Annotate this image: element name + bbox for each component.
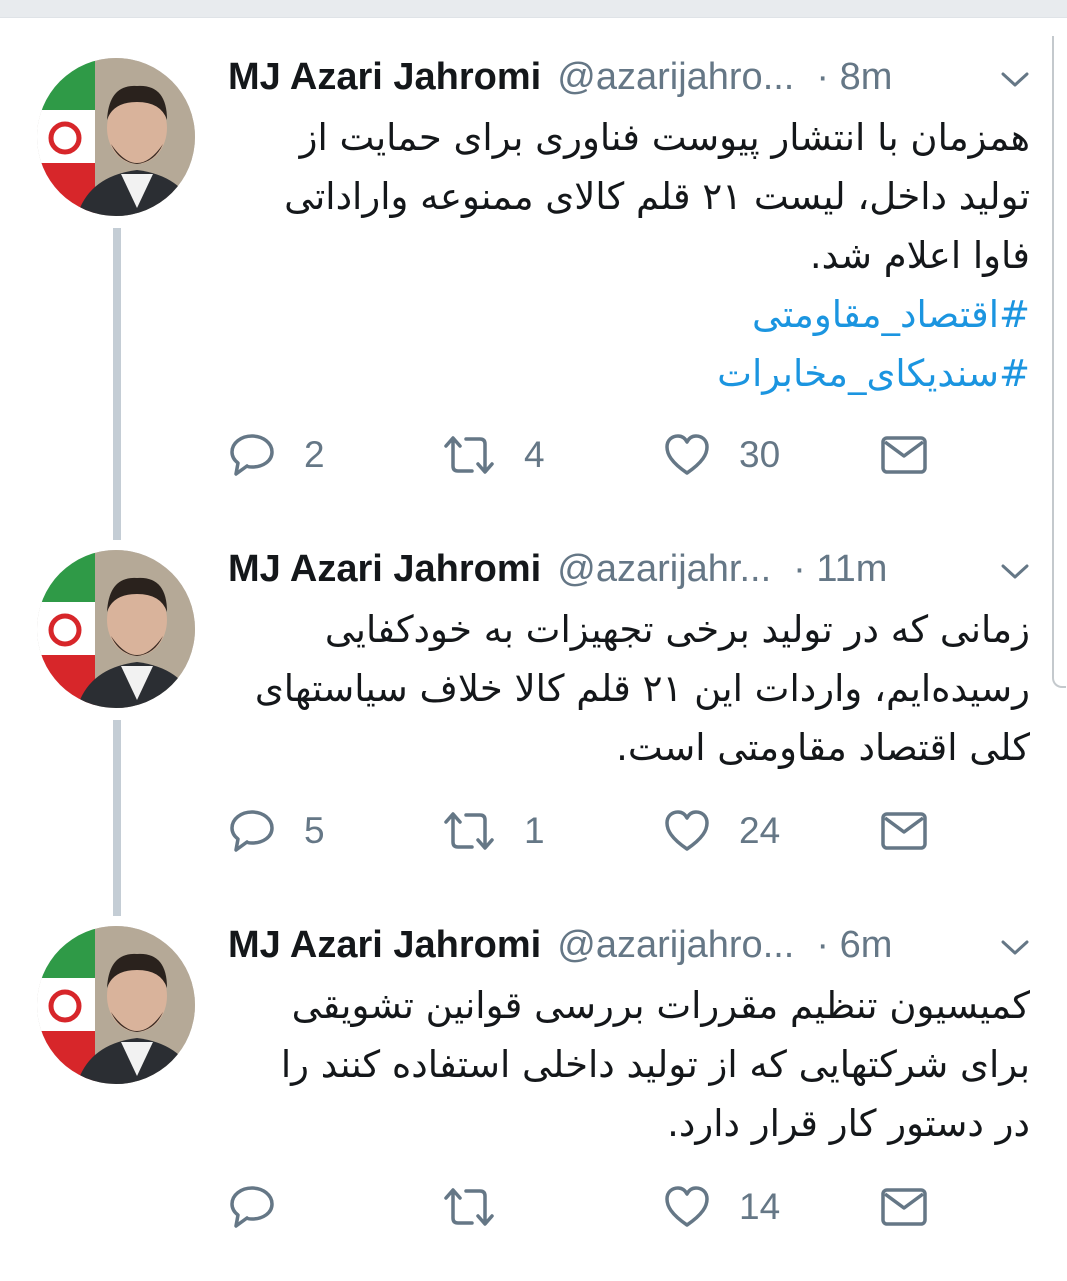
reply-count: 2 [304, 434, 325, 475]
timestamp[interactable]: · 6m [816, 924, 892, 967]
retweet-count: 4 [524, 434, 545, 475]
tweet-text-line: فاوا اعلام شد. [809, 234, 1030, 277]
like-count: 14 [739, 1186, 781, 1227]
author-handle[interactable]: @azarijahr... [557, 548, 771, 591]
chevron-down-icon[interactable] [1000, 562, 1030, 582]
retweet-icon [444, 1188, 494, 1226]
tweet-text: همزمان با انتشار پیوست فناوری برای حمایت… [228, 108, 1030, 403]
chevron-down-icon[interactable] [1000, 938, 1030, 958]
direct-message-button[interactable] [880, 1182, 928, 1232]
avatar[interactable] [37, 550, 195, 708]
tweet-text-line: برای شرکتهایی که از تولید داخلی استفاده … [280, 1043, 1030, 1086]
heart-icon [665, 1186, 709, 1227]
tweet-text-line: در دستور کار قرار دارد. [667, 1102, 1030, 1145]
tweet-header: MJ Azari Jahromi @azarijahro... · 8m [228, 56, 892, 100]
tweet-text-line: کلی اقتصاد مقاومتی است. [616, 726, 1030, 769]
retweet-button[interactable] [442, 1182, 524, 1232]
like-count: 24 [739, 810, 781, 851]
avatar[interactable] [37, 58, 195, 216]
tweet-text-line: همزمان با انتشار پیوست فناوری برای حمایت… [299, 116, 1030, 159]
retweet-icon [444, 812, 494, 850]
tweet-header: MJ Azari Jahromi @azarijahr... · 11m [228, 548, 887, 592]
reply-button[interactable] [228, 1182, 304, 1232]
reply-icon [230, 1186, 274, 1228]
like-button[interactable]: 24 [663, 806, 780, 856]
heart-icon [665, 434, 709, 475]
scrollbar[interactable] [1052, 36, 1066, 688]
author-name[interactable]: MJ Azari Jahromi [228, 548, 541, 591]
like-count: 30 [739, 434, 781, 475]
heart-icon [665, 810, 709, 851]
reply-button[interactable]: 2 [228, 430, 325, 480]
hashtag-link[interactable]: #اقتصاد_مقاومتی [228, 285, 1030, 344]
chevron-down-icon[interactable] [1000, 70, 1030, 90]
avatar[interactable] [37, 926, 195, 1084]
retweet-button[interactable]: 4 [442, 430, 545, 480]
tweet-text-line: رسیده‌ایم، واردات این ۲۱ قلم کالا خلاف س… [254, 667, 1030, 710]
reply-icon [230, 810, 274, 852]
author-handle[interactable]: @azarijahro... [557, 56, 794, 99]
retweet-icon [444, 436, 494, 474]
reply-count: 5 [304, 810, 325, 851]
tweet-text-line: تولید داخل، لیست ۲۱ قلم کالای ممنوعه وار… [284, 175, 1030, 218]
tweet-text-line: زمانی که در تولید برخی تجهیزات به خودکفا… [324, 608, 1030, 651]
thread-line [113, 228, 121, 540]
direct-message-button[interactable] [880, 430, 928, 480]
timestamp[interactable]: · 11m [793, 548, 887, 591]
envelope-icon [881, 812, 927, 850]
tweet-actions: 14 [0, 1182, 1050, 1232]
envelope-icon [881, 1188, 927, 1226]
author-handle[interactable]: @azarijahro... [557, 924, 794, 967]
tweet-actions: 5 1 24 [0, 806, 1050, 856]
direct-message-button[interactable] [880, 806, 928, 856]
tweet-header: MJ Azari Jahromi @azarijahro... · 6m [228, 924, 892, 968]
hashtag-link[interactable]: #سندیکای_مخابرات [228, 344, 1030, 403]
tweet-actions: 2 4 30 [0, 430, 1050, 480]
retweet-button[interactable]: 1 [442, 806, 545, 856]
retweet-count: 1 [524, 810, 545, 851]
tweet-text: زمانی که در تولید برخی تجهیزات به خودکفا… [228, 600, 1030, 777]
tweet-text-line: کمیسیون تنظیم مقررات بررسی قوانین تشویقی [291, 984, 1030, 1027]
envelope-icon [881, 436, 927, 474]
author-name[interactable]: MJ Azari Jahromi [228, 924, 541, 967]
like-button[interactable]: 30 [663, 430, 780, 480]
like-button[interactable]: 14 [663, 1182, 780, 1232]
tweet-text: کمیسیون تنظیم مقررات بررسی قوانین تشویقی… [228, 976, 1030, 1153]
reply-icon [230, 434, 274, 476]
reply-button[interactable]: 5 [228, 806, 325, 856]
timestamp[interactable]: · 8m [816, 56, 892, 99]
author-name[interactable]: MJ Azari Jahromi [228, 56, 541, 99]
